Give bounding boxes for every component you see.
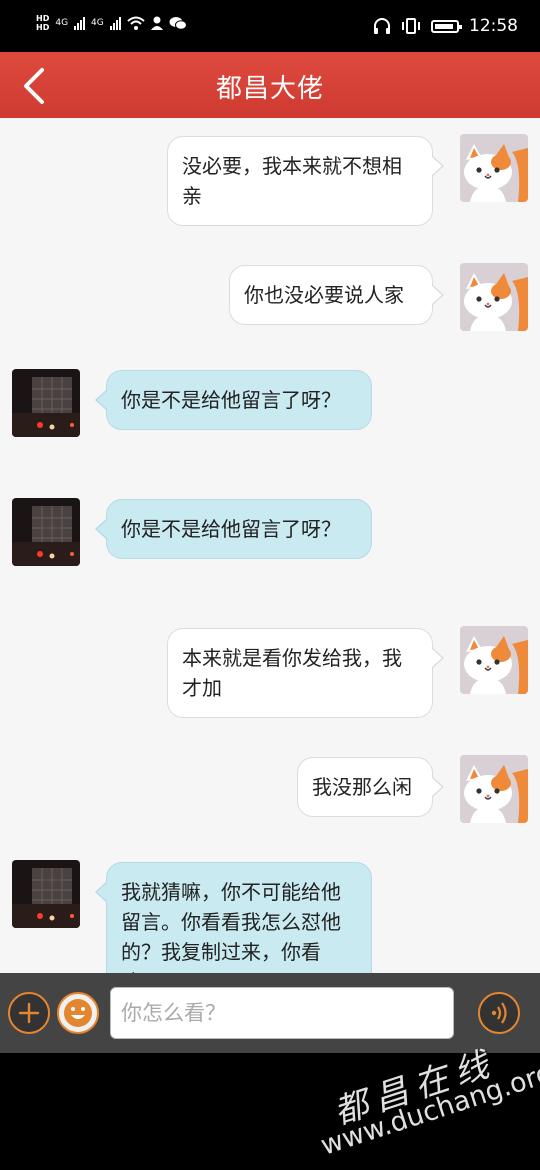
headphones-icon (374, 18, 390, 34)
user-icon (150, 16, 163, 30)
battery-icon (431, 19, 462, 33)
night-street-avatar-icon (12, 498, 80, 566)
chat-messages[interactable]: 没必要，我本来就不想相亲 你也没必要说人家 你是不是给他留言了呀？ 你是不是给他… (0, 118, 540, 973)
plus-icon (18, 1002, 40, 1024)
voice-wave-icon (491, 1002, 507, 1024)
message-text: 我没那么闲 (312, 775, 412, 799)
message-text: 我就猜嘛，你不可能给他留言。你看看我怎么怼他的？我复制过来，你看嘛。 (121, 880, 341, 973)
chat-header: 都昌大佬 (0, 52, 540, 118)
message-text: 你是不是给他留言了呀？ (121, 517, 341, 541)
voice-button[interactable] (478, 992, 520, 1034)
message-bubble-outgoing[interactable]: 本来就是看你发给我，我才加 (167, 628, 444, 718)
night-street-avatar-icon (12, 860, 80, 928)
wifi-icon (127, 16, 145, 30)
message-bubble-incoming[interactable]: 我就猜嘛，你不可能给他留言。你看看我怎么怼他的？我复制过来，你看嘛。 (95, 862, 372, 973)
status-bar: HD HD 4G 4G 12:58 (0, 0, 540, 52)
message-bubble-outgoing[interactable]: 你也没必要说人家 (229, 265, 444, 325)
vibrate-icon (402, 18, 420, 34)
cat-avatar-icon (460, 755, 528, 823)
status-right: 12:58 (373, 16, 518, 36)
network-label-a: 4G (55, 18, 69, 28)
message-bubble-outgoing[interactable]: 我没那么闲 (297, 757, 444, 817)
message-bubble-outgoing[interactable]: 没必要，我本来就不想相亲 (167, 136, 444, 226)
status-left: HD HD 4G 4G (36, 14, 187, 32)
more-button[interactable] (8, 992, 50, 1034)
hd-indicator: HD HD (36, 14, 50, 32)
cat-avatar-icon (460, 626, 528, 694)
message-text: 你是不是给他留言了呀？ (121, 388, 341, 412)
message-bubble-incoming[interactable]: 你是不是给他留言了呀？ (95, 499, 372, 559)
smiley-icon (64, 999, 92, 1027)
signal-icon-2 (109, 16, 121, 30)
night-street-avatar-icon (12, 369, 80, 437)
page-title: 都昌大佬 (215, 74, 324, 104)
signal-icon (74, 16, 86, 30)
cat-avatar-icon (460, 134, 528, 202)
cat-avatar-icon (460, 263, 528, 331)
wechat-icon (169, 17, 187, 30)
my-avatar[interactable] (460, 755, 528, 823)
emoji-button[interactable] (57, 992, 99, 1034)
message-text: 没必要，我本来就不想相亲 (182, 154, 402, 208)
input-bar (0, 973, 540, 1053)
my-avatar[interactable] (460, 134, 528, 202)
my-avatar[interactable] (460, 263, 528, 331)
contact-avatar[interactable] (12, 498, 80, 566)
clock: 12:58 (469, 16, 518, 36)
message-bubble-incoming[interactable]: 你是不是给他留言了呀？ (95, 370, 372, 430)
message-text: 本来就是看你发给我，我才加 (182, 646, 402, 700)
message-input[interactable] (110, 987, 454, 1039)
contact-avatar[interactable] (12, 860, 80, 928)
contact-avatar[interactable] (12, 369, 80, 437)
network-label-b: 4G (91, 18, 104, 28)
message-text: 你也没必要说人家 (244, 283, 404, 307)
my-avatar[interactable] (460, 626, 528, 694)
